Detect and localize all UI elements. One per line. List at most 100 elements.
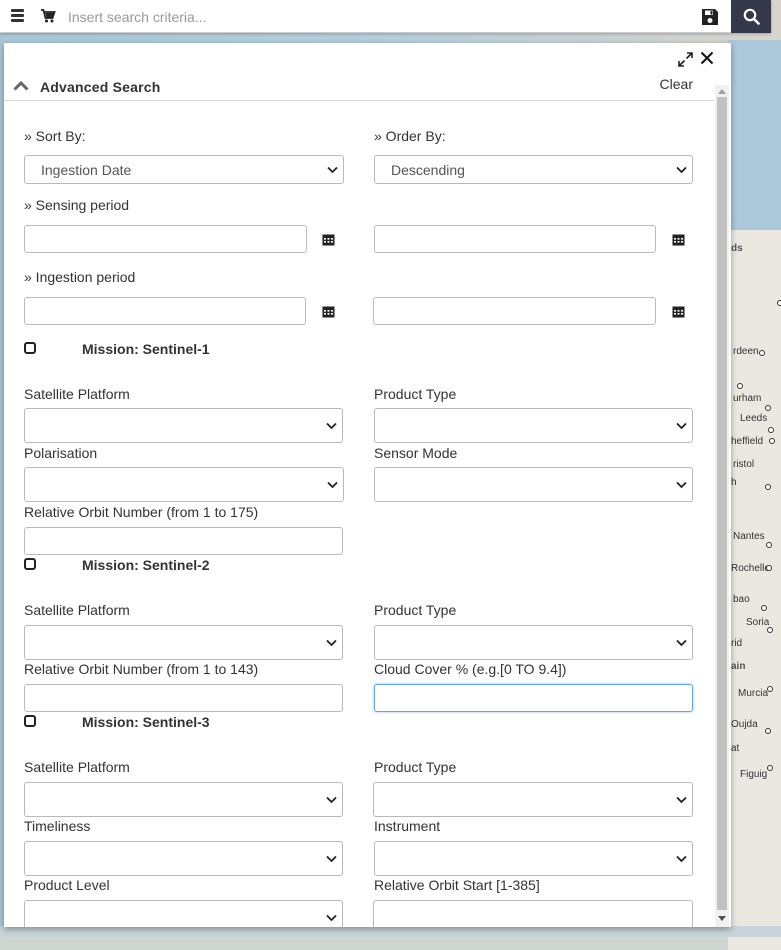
map-city-dot [766,542,772,548]
ingestion-end-input[interactable] [373,297,656,325]
scroll-thumb[interactable] [717,97,727,910]
map-label: Rochelle [731,563,770,574]
ingestion-period-label: » Ingestion period [24,269,136,285]
order-by-select[interactable]: Descending [374,155,693,184]
map-label: Figuig [740,769,768,780]
sentinel-2-checkbox[interactable] [24,558,36,570]
scroll-down-arrow[interactable] [718,916,726,921]
s2-cloud-cover-label: Cloud Cover % (e.g.[0 TO 9.4]) [374,661,567,677]
map-label: h [731,477,737,488]
s1-sensor-mode-select[interactable] [374,467,693,502]
s1-orbit-label: Relative Orbit Number (from 1 to 175) [24,504,259,520]
map-label: ds [731,243,743,254]
s3-platform-label: Satellite Platform [24,759,130,775]
sensing-period-label: » Sensing period [24,197,130,213]
map-label: ain [731,661,746,672]
panel-scrollbar[interactable] [715,85,729,927]
panel-header: Advanced Search Clear [4,73,714,101]
sort-by-label: » Sort By: [24,128,86,144]
s3-timeliness-label: Timeliness [24,818,91,834]
map-city-dot [777,300,781,306]
hamburger-menu-icon[interactable] [11,9,24,23]
chevron-down-icon [326,639,337,647]
advanced-search-panel: Advanced Search Clear » Sort By: » Order… [4,43,731,927]
s2-platform-label: Satellite Platform [24,602,130,618]
map-city-dot [737,383,743,389]
s3-platform-select[interactable] [24,782,343,817]
clear-button[interactable]: Clear [660,76,693,92]
calendar-icon[interactable] [322,305,335,318]
calendar-icon[interactable] [672,233,685,246]
chevron-down-icon [676,481,687,489]
sensing-end-input[interactable] [374,225,656,253]
chevron-down-icon [326,855,337,863]
map-city-dot [768,427,774,433]
s2-platform-select[interactable] [24,625,343,660]
chevron-down-icon [676,796,687,804]
chevron-down-icon [326,914,337,922]
map-label: at [731,743,740,754]
s3-orbit-start-label: Relative Orbit Start [1-385] [374,877,540,893]
mission-sentinel-3-label: Mission: Sentinel-3 [82,714,210,730]
search-button[interactable] [731,0,771,33]
scroll-up-arrow[interactable] [718,89,726,94]
order-by-value: Descending [391,162,465,178]
s1-product-type-select[interactable] [374,408,693,443]
sort-by-select[interactable]: Ingestion Date [24,155,344,184]
map-city-dot [761,605,767,611]
s3-timeliness-select[interactable] [24,841,343,876]
top-search-bar [0,0,771,33]
s3-orbit-start-input[interactable] [373,900,693,927]
chevron-down-icon [676,855,687,863]
s2-cloud-cover-input[interactable] [374,684,693,712]
s2-orbit-label: Relative Orbit Number (from 1 to 143) [24,661,259,677]
calendar-icon[interactable] [672,305,685,318]
map-label: Oujda [731,719,758,730]
sensing-start-input[interactable] [24,225,307,253]
sort-by-value: Ingestion Date [41,162,132,178]
ingestion-start-input[interactable] [24,297,306,325]
sentinel-3-checkbox[interactable] [24,715,36,727]
s1-product-type-label: Product Type [374,386,457,402]
s3-product-type-select[interactable] [373,782,693,817]
s3-product-level-select[interactable] [24,900,343,927]
chevron-down-icon [676,166,687,174]
s2-orbit-input[interactable] [24,684,343,712]
chevron-down-icon [326,796,337,804]
map-label: rid [731,638,743,649]
sentinel-1-checkbox[interactable] [24,342,36,354]
map-label: Murcia [738,688,769,699]
map-city-dot [769,438,775,444]
search-input[interactable] [66,4,686,29]
map-label: Leeds [740,413,768,424]
save-icon[interactable] [701,8,719,26]
map-label: ristol [733,459,755,470]
s1-platform-select[interactable] [24,408,343,443]
s2-product-type-select[interactable] [374,625,693,660]
map-city-dot [767,686,773,692]
chevron-down-icon [676,639,687,647]
caret-up-icon[interactable] [13,81,29,91]
map-label: heffield [731,436,764,447]
order-by-label: » Order By: [374,128,446,144]
s1-sensor-mode-label: Sensor Mode [374,445,458,461]
map-label: Nantes [733,531,765,542]
s2-product-type-label: Product Type [374,602,457,618]
chevron-down-icon [327,166,338,174]
close-icon[interactable] [700,51,714,65]
cart-icon[interactable] [40,8,56,24]
chevron-down-icon [327,481,338,489]
map-label: urham [733,393,762,404]
calendar-icon[interactable] [322,233,335,246]
s3-product-type-label: Product Type [374,759,457,775]
s3-instrument-select[interactable] [374,841,693,876]
mission-sentinel-2-label: Mission: Sentinel-2 [82,557,210,573]
s1-polarisation-label: Polarisation [24,445,98,461]
s1-orbit-input[interactable] [24,527,343,555]
map-bottom-strip [0,926,781,937]
map-city-dot [759,350,765,356]
s1-polarisation-select[interactable] [24,467,344,502]
map-label: bao [733,594,750,605]
map-label: rdeen [733,346,759,357]
expand-icon[interactable] [678,52,693,67]
